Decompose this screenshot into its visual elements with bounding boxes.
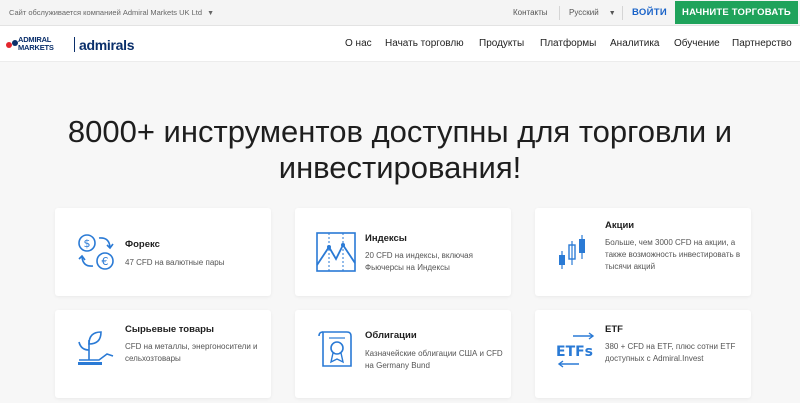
chevron-down-icon: ▼	[608, 10, 616, 17]
etf-icon: ETFs	[556, 332, 595, 368]
bond-certificate-icon	[318, 331, 352, 367]
nav-item-analytics[interactable]: Аналитика	[610, 38, 660, 49]
card-description: Казначейские облигации США и CFD на Germ…	[365, 349, 503, 370]
contacts-link[interactable]: Контакты	[513, 8, 548, 17]
card-description: CFD на металлы, энергоносители и сельхоз…	[125, 342, 258, 363]
nav-item-about[interactable]: О нас	[345, 38, 372, 49]
card-bonds[interactable]: Облигации Казначейские облигации США и C…	[295, 310, 511, 398]
card-indices[interactable]: Индексы 20 CFD на индексы, включая Фьюче…	[295, 208, 511, 296]
served-by-selector[interactable]: Сайт обслуживается компанией Admiral Mar…	[9, 8, 214, 17]
index-chart-icon	[316, 232, 356, 272]
nav-item-platforms[interactable]: Платформы	[540, 38, 596, 49]
plant-sprout-icon	[78, 331, 114, 365]
nav-item-education[interactable]: Обучение	[674, 38, 720, 49]
language-selector[interactable]: Русский ▼	[569, 8, 616, 17]
divider	[622, 6, 623, 20]
card-stocks[interactable]: Акции Больше, чем 3000 CFD на акции, а т…	[535, 208, 751, 296]
language-label: Русский	[569, 8, 599, 17]
hero-section: 8000+ инструментов доступны для торговли…	[0, 62, 800, 403]
svg-text:ETFs: ETFs	[556, 344, 593, 360]
card-title: Форекс	[125, 239, 160, 250]
nav-item-partnership[interactable]: Партнерство	[732, 38, 792, 49]
start-trading-button[interactable]: НАЧНИТЕ ТОРГОВАТЬ	[675, 1, 798, 24]
card-title: Акции	[605, 220, 635, 231]
card-description: Больше, чем 3000 CFD на акции, а также в…	[605, 238, 741, 271]
card-title: Сырьевые товары	[125, 324, 215, 335]
card-description: 20 CFD на индексы, включая Фьючерсы на И…	[365, 251, 473, 272]
card-description: 47 CFD на валютные пары	[125, 258, 225, 267]
logo-dots-icon	[6, 40, 18, 48]
page-title: 8000+ инструментов доступны для торговли…	[67, 114, 733, 185]
chevron-down-icon: ▼	[207, 10, 214, 17]
card-commodities[interactable]: Сырьевые товары CFD на металлы, энергоно…	[55, 310, 271, 398]
logo-brand-text: admirals	[79, 37, 135, 53]
served-by-text: Сайт обслуживается компанией Admiral Mar…	[9, 8, 203, 17]
svg-text:€: €	[102, 255, 109, 268]
card-forex[interactable]: $ € Форекс 47 CFD на валютные пары	[55, 208, 271, 296]
divider	[559, 6, 560, 20]
top-utility-bar: Сайт обслуживается компанией Admiral Mar…	[0, 0, 800, 26]
card-title: Индексы	[365, 233, 407, 244]
card-description: 380 + CFD на ETF, плюс сотни ETF доступн…	[605, 342, 736, 363]
logo-admiral-markets-text: ADMIRAL MARKETS	[18, 35, 54, 52]
svg-text:$: $	[84, 237, 91, 250]
login-button[interactable]: ВОЙТИ	[632, 7, 667, 18]
candlestick-icon	[559, 235, 585, 269]
nav-item-start-trading[interactable]: Начать торговлю	[385, 38, 464, 49]
card-etf[interactable]: ETFs ETF 380 + CFD на ETF, плюс сотни ET…	[535, 310, 751, 398]
main-navigation: ADMIRAL MARKETS admirals О нас Начать то…	[0, 26, 800, 62]
card-title: Облигации	[365, 330, 417, 341]
card-title: ETF	[605, 324, 623, 335]
logo-divider	[74, 37, 75, 52]
nav-item-products[interactable]: Продукты	[479, 38, 524, 49]
forex-exchange-icon: $ €	[78, 234, 114, 270]
